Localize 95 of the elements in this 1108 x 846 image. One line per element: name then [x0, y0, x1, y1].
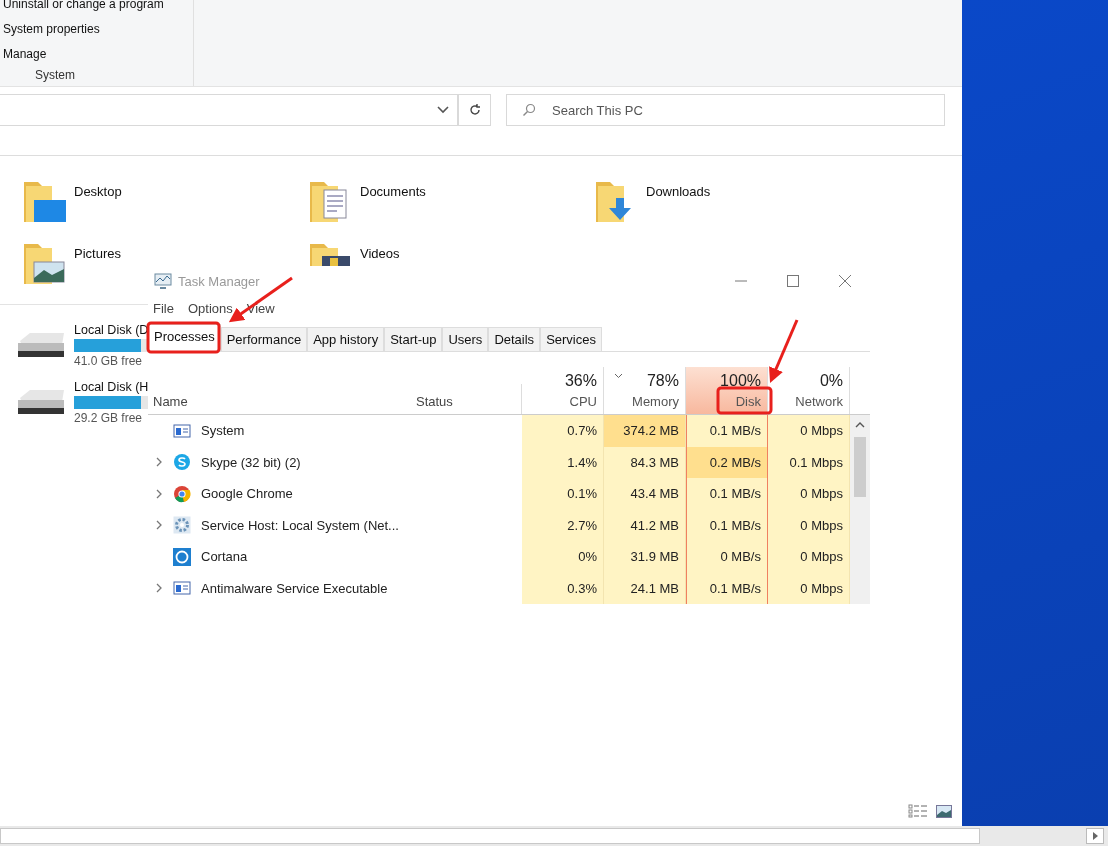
table-cell: 0.3%: [522, 572, 604, 604]
tab[interactable]: App history: [307, 326, 385, 351]
close-icon[interactable]: [838, 274, 852, 289]
drive-name[interactable]: Local Disk (D: [74, 323, 148, 337]
process-name[interactable]: Cortana: [201, 549, 248, 565]
table-cell: 31.9 MB: [604, 541, 686, 573]
expand-chevron-icon[interactable]: [155, 520, 163, 531]
metric-percent: 0%: [819, 372, 843, 390]
gear-icon: [173, 516, 191, 535]
window-title: Task Manager: [178, 273, 260, 289]
table-cell: 0 Mbps: [768, 415, 850, 447]
browser-icon: [173, 484, 191, 503]
process-name[interactable]: Google Chrome: [201, 486, 293, 502]
menu-item[interactable]: File: [153, 300, 174, 321]
sort-caret-icon: [614, 372, 623, 379]
tab[interactable]: Start-up: [384, 326, 443, 351]
folder-name[interactable]: Documents: [360, 184, 426, 199]
refresh-icon: [467, 103, 482, 117]
table-cell: 0%: [522, 541, 604, 573]
process-name[interactable]: Skype (32 bit) (2): [201, 454, 301, 470]
metric-percent: 100%: [720, 372, 761, 390]
tab[interactable]: Details: [488, 326, 541, 351]
metric-percent: 36%: [564, 372, 597, 390]
table-cell: 1.4%: [522, 446, 604, 478]
table-cell: 0.1%: [522, 478, 604, 510]
scroll-right-icon[interactable]: [1086, 828, 1104, 844]
folder-name[interactable]: Downloads: [646, 184, 711, 199]
tab[interactable]: Performance: [220, 326, 308, 351]
table-cell: 0 Mbps: [768, 509, 850, 541]
table-cell: 374.2 MB: [604, 415, 686, 447]
table-cell: 0.1 MB/s: [686, 415, 768, 447]
metric-label: Disk: [735, 394, 761, 409]
process-name[interactable]: Antimalware Service Executable: [201, 580, 388, 596]
metric-percent: 78%: [646, 372, 679, 390]
table-cell: 0.1 MB/s: [686, 478, 768, 510]
expand-chevron-icon[interactable]: [155, 488, 163, 499]
menu-item[interactable]: View: [246, 300, 275, 321]
search-icon: [522, 103, 536, 117]
address-field[interactable]: [0, 94, 458, 126]
table-cell: 0 Mbps: [768, 541, 850, 573]
circle-icon: [173, 547, 191, 566]
free-space: 41.0 GB free: [74, 354, 144, 368]
process-name[interactable]: Service Host: Local System (Net...: [201, 517, 399, 533]
chevron-down-icon[interactable]: [437, 106, 449, 114]
column-header[interactable]: Name: [148, 394, 410, 414]
scroll-thumb[interactable]: [854, 437, 866, 497]
table-cell: 24.1 MB: [604, 572, 686, 604]
search-field[interactable]: Search This PC: [506, 94, 945, 126]
process-name[interactable]: System: [201, 423, 245, 439]
highlight-frame: [716, 386, 773, 415]
horizontal-scrollbar[interactable]: [0, 826, 1108, 846]
window-icon: [173, 580, 191, 597]
window-icon: [173, 422, 191, 439]
ribbon-link[interactable]: Manage: [3, 45, 193, 63]
drive-name[interactable]: Local Disk (H: [74, 380, 148, 394]
table-cell: 0.2 MB/s: [686, 446, 768, 478]
maximize-icon[interactable]: [786, 274, 800, 289]
table-cell: 0.1 MB/s: [686, 509, 768, 541]
table-cell: 0 Mbps: [768, 572, 850, 604]
metric-header[interactable]: 100% Disk: [686, 366, 768, 414]
table-cell: 0.1 MB/s: [686, 572, 768, 604]
metric-label: Network: [795, 394, 843, 409]
expand-chevron-icon[interactable]: [155, 583, 163, 594]
table-cell: 0 MB/s: [686, 541, 768, 573]
metric-label: Memory: [632, 394, 679, 409]
skype-icon: [173, 453, 191, 472]
details-view-icon[interactable]: [908, 804, 928, 818]
menu-item[interactable]: Options: [187, 300, 233, 321]
table-cell: 43.4 MB: [604, 478, 686, 510]
tab[interactable]: Services: [540, 326, 602, 351]
table-cell: 41.2 MB: [604, 509, 686, 541]
annotation-arrow: [769, 319, 799, 383]
expand-chevron-icon[interactable]: [155, 457, 163, 468]
folder-name[interactable]: Desktop: [74, 184, 122, 199]
ribbon-link[interactable]: System properties: [3, 20, 193, 38]
table-cell: 0.7%: [522, 415, 604, 447]
free-space: 29.2 GB free: [74, 411, 144, 425]
group-label: System: [34, 68, 76, 82]
folder-name[interactable]: Pictures: [74, 246, 121, 261]
folder-name[interactable]: Videos: [360, 246, 400, 261]
tiles-view-icon[interactable]: [936, 804, 952, 818]
metric-header[interactable]: 0% Network: [768, 366, 850, 414]
metric-label: CPU: [569, 394, 597, 409]
table-cell: 2.7%: [522, 509, 604, 541]
metric-header[interactable]: 36% CPU: [522, 366, 604, 414]
vertical-scrollbar[interactable]: [850, 415, 870, 604]
tab[interactable]: Users: [442, 326, 489, 351]
table-cell: 0 Mbps: [768, 478, 850, 510]
ribbon-link[interactable]: Uninstall or change a program: [3, 0, 193, 13]
table-cell: 0.1 Mbps: [768, 446, 850, 478]
scroll-up-icon[interactable]: [855, 421, 865, 429]
column-header[interactable]: Status: [410, 384, 522, 414]
refresh-button[interactable]: [458, 94, 491, 126]
monitor-chart-icon: [154, 273, 172, 290]
table-cell: 84.3 MB: [604, 446, 686, 478]
